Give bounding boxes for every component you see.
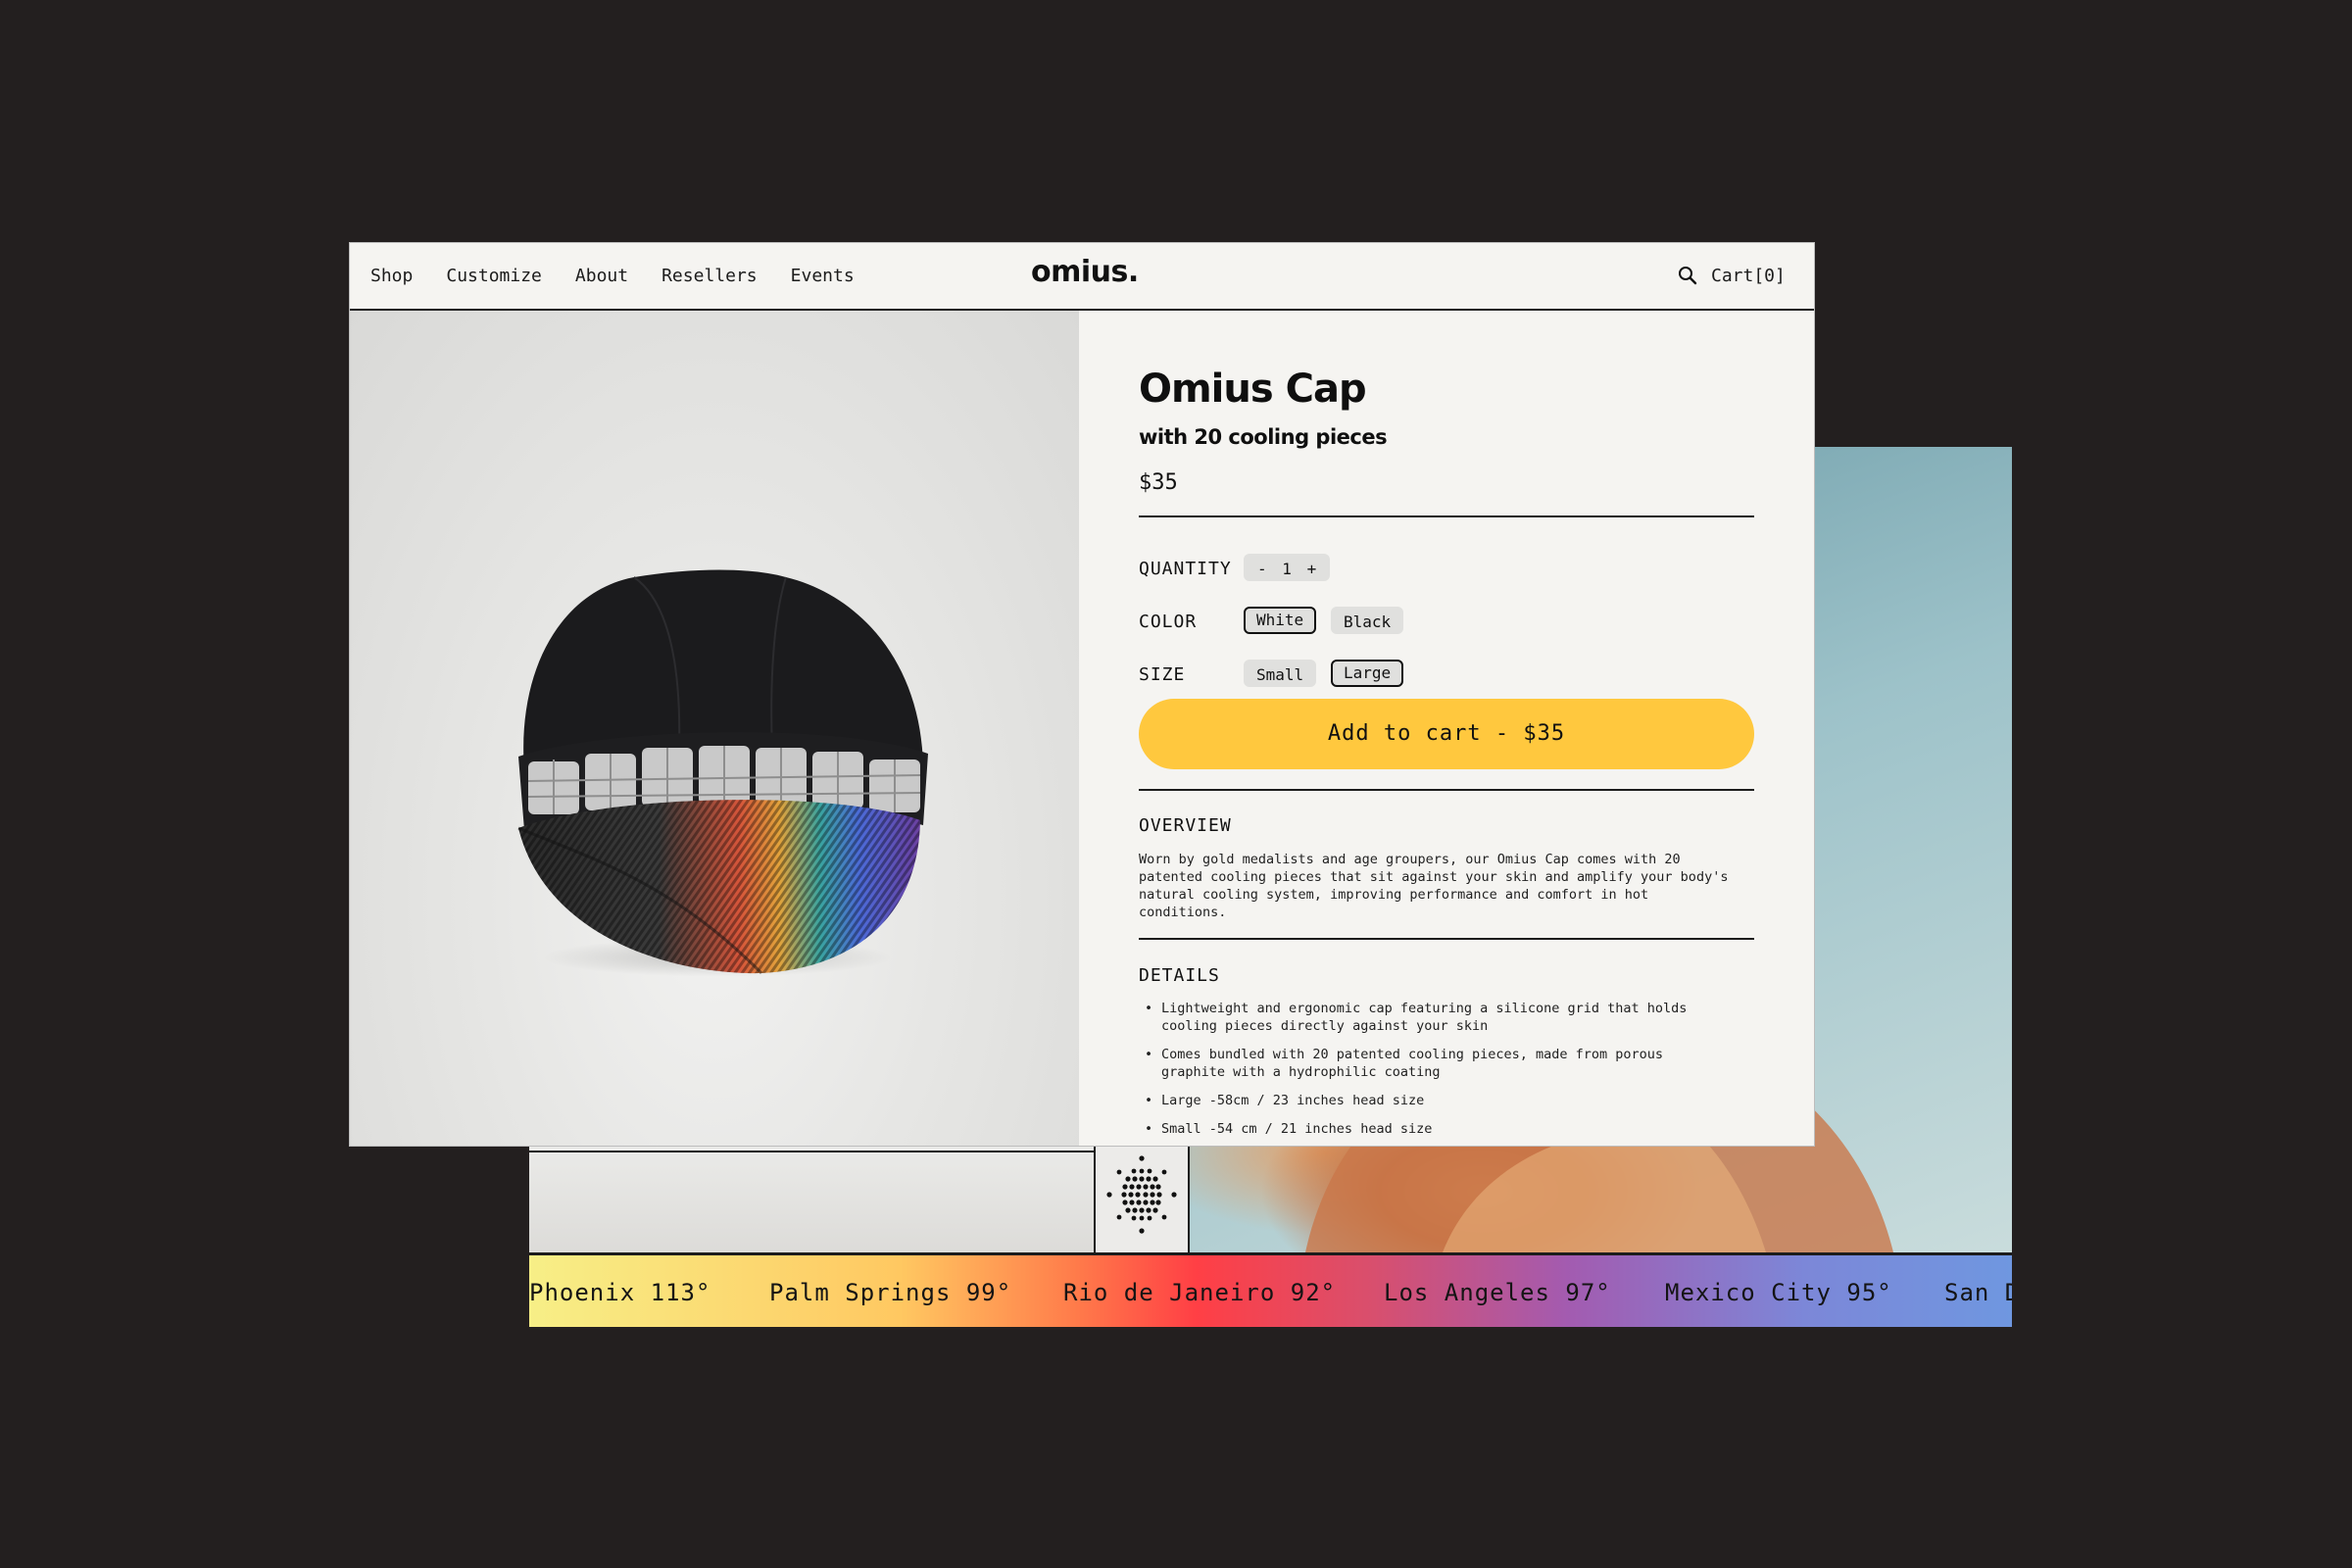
cap-illustration [517,569,928,975]
product-title: Omius Cap [1139,367,1367,412]
details-list: Lightweight and ergonomic cap featuring … [1139,1000,1688,1146]
product-subtitle: with 20 cooling pieces [1139,425,1388,449]
ticker-item: Palm Springs 99° [769,1279,1012,1306]
product-details: Omius Cap with 20 cooling pieces $35 QUA… [1079,311,1814,1146]
size-option-small[interactable]: Small [1244,660,1317,687]
dot-logo-cell [1094,1135,1190,1254]
overview-heading: OVERVIEW [1139,815,1232,836]
nav-link-shop[interactable]: Shop [370,266,413,286]
footer-grid [529,1133,1190,1254]
color-label: COLOR [1139,612,1198,632]
color-option-white[interactable]: White [1244,607,1317,634]
nav-link-customize[interactable]: Customize [446,266,542,286]
grid-divider [529,1151,1188,1152]
search-icon[interactable] [1677,265,1698,286]
brand-logo[interactable]: omius. [1031,255,1139,289]
ticker-item: Rio de Janeiro 92° [1063,1279,1337,1306]
city-temperature-ticker: Phoenix 113° Palm Springs 99° Rio de Jan… [529,1252,2012,1327]
list-item: Lightweight and ergonomic cap featuring … [1139,1000,1688,1035]
quantity-decrement-button[interactable]: - [1251,560,1273,578]
product-price: $35 [1139,470,1178,495]
nav-links: Shop Customize About Resellers Events [370,266,855,286]
ticker-item: Phoenix 113° [529,1279,711,1306]
color-option-black[interactable]: Black [1331,607,1404,634]
quantity-value: 1 [1282,560,1292,578]
quantity-stepper: - 1 + [1244,554,1331,581]
nav-link-events[interactable]: Events [791,266,855,286]
overview-text: Worn by gold medalists and age groupers,… [1139,852,1729,920]
product-image [350,311,1079,1146]
add-to-cart-button[interactable]: Add to cart - $35 [1139,699,1754,769]
divider [1139,789,1754,791]
quantity-increment-button[interactable]: + [1301,560,1323,578]
cart-link[interactable]: Cart[0] [1711,266,1786,286]
quantity-label: QUANTITY [1139,559,1232,579]
divider [1139,515,1754,517]
nav-link-resellers[interactable]: Resellers [662,266,758,286]
nav-link-about[interactable]: About [575,266,628,286]
product-page-window: Shop Customize About Resellers Events om… [349,242,1815,1147]
list-item: Small -54 cm / 21 inches head size [1139,1120,1688,1138]
divider [1139,938,1754,940]
size-label: SIZE [1139,664,1186,685]
ticker-item: Los Angeles 97° [1384,1279,1611,1306]
ticker-item: San D [1944,1279,2012,1306]
top-navigation: Shop Customize About Resellers Events om… [350,243,1814,311]
size-option-large[interactable]: Large [1331,660,1404,687]
list-item: Large -58cm / 23 inches head size [1139,1092,1688,1109]
ticker-item: Mexico City 95° [1665,1279,1892,1306]
list-item: Comes bundled with 20 patented cooling p… [1139,1046,1688,1081]
details-heading: DETAILS [1139,965,1220,986]
dot-matrix-logo-icon [1106,1155,1177,1234]
